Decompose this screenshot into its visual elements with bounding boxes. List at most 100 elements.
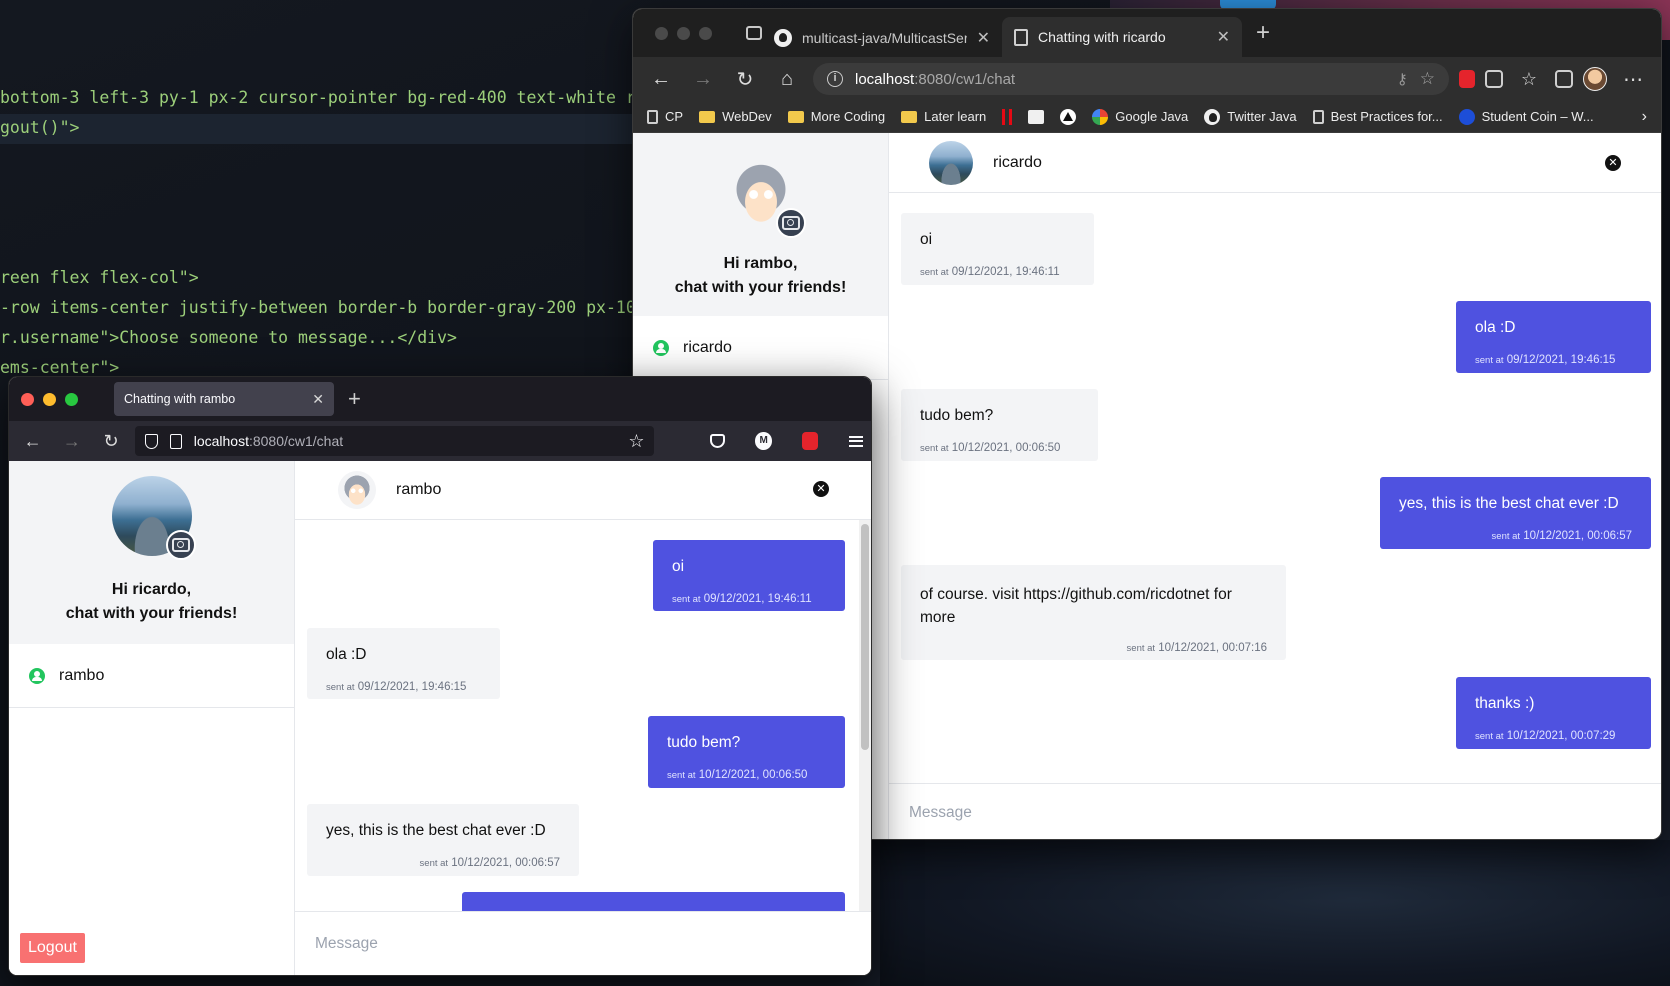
close-tab-icon[interactable]: ✕ — [977, 28, 990, 48]
favorite-add-icon[interactable]: ☆ — [1420, 69, 1435, 89]
forward-icon[interactable]: → — [687, 63, 719, 95]
message-incoming: yes, this is the best chat ever :D sent … — [307, 804, 579, 876]
close-tab-icon[interactable]: ✕ — [312, 391, 324, 408]
close-chat-icon[interactable]: ✕ — [1605, 155, 1621, 171]
bookmark-twitter-java[interactable]: Twitter Java — [1204, 108, 1297, 125]
scrollbar-track[interactable] — [859, 520, 871, 911]
message-text: tudo bem? — [667, 734, 741, 751]
address-bar[interactable]: localhost:8080/cw1/chat ☆ — [134, 426, 655, 456]
contact-item-rambo[interactable]: rambo — [9, 644, 294, 708]
back-icon[interactable]: ← — [645, 63, 677, 95]
address-bar[interactable]: i localhost:8080/cw1/chat ⚷ ☆ — [813, 63, 1449, 95]
tracking-shield-icon[interactable] — [144, 433, 158, 449]
chat-main: ricardo ✕ oi sent at 09/12/2021, 19:46:1… — [889, 133, 1661, 839]
message-incoming: of course. visit https://github.com/ricd… — [901, 565, 1286, 660]
hamburger-menu-icon[interactable] — [849, 435, 864, 447]
firefox-tab-bar: Chatting with rambo ✕ + — [9, 377, 871, 421]
github-icon — [774, 29, 792, 47]
bookmark-star-icon[interactable]: ☆ — [628, 431, 644, 452]
timestamp-value: 09/12/2021, 19:46:11 — [703, 593, 812, 605]
message-incoming: oi sent at 09/12/2021, 19:46:11 — [901, 213, 1094, 285]
greeting-line2: chat with your friends! — [65, 604, 238, 622]
extension-icon[interactable] — [802, 432, 818, 450]
google-icon — [1092, 108, 1109, 125]
close-chat-icon[interactable]: ✕ — [813, 481, 829, 497]
page-icon[interactable] — [169, 433, 182, 449]
more-icon[interactable]: ⋯ — [1617, 63, 1649, 95]
online-user-icon — [653, 339, 669, 356]
contact-avatar — [338, 471, 376, 509]
folder-icon — [901, 110, 918, 123]
bookmark-more-coding[interactable]: More Coding — [787, 109, 885, 124]
message-input-placeholder: Message — [909, 803, 972, 821]
scrollbar-thumb[interactable] — [861, 524, 869, 750]
extension-icon[interactable] — [1459, 70, 1475, 88]
key-icon[interactable]: ⚷ — [1397, 70, 1408, 88]
reload-icon[interactable]: ↻ — [95, 425, 126, 457]
bookmark-label: Twitter Java — [1227, 109, 1297, 124]
timestamp-value: 10/12/2021, 00:06:57 — [1523, 530, 1632, 542]
back-icon[interactable]: ← — [17, 425, 48, 457]
chat-main: rambo ✕ oi sent at 09/12/2021, 19:46:11 … — [295, 461, 871, 975]
netflix-icon[interactable] — [1002, 108, 1013, 125]
message-input[interactable]: Message — [295, 911, 871, 975]
logout-button[interactable]: Logout — [20, 933, 85, 963]
message-input[interactable]: Message — [889, 783, 1661, 839]
window-controls[interactable] — [655, 26, 712, 40]
message-timestamp: sent at 10/12/2021, 00:07:16 — [920, 637, 1267, 660]
github-icon — [1204, 108, 1221, 125]
profile-avatar-icon[interactable] — [1583, 67, 1607, 91]
bookmark-later-learn[interactable]: Later learn — [901, 109, 986, 124]
tab-actions-icon[interactable] — [746, 26, 762, 40]
home-icon[interactable]: ⌂ — [771, 63, 803, 95]
message-input-placeholder: Message — [315, 934, 378, 952]
message-timestamp: sent at 09/12/2021, 19:46:15 — [1475, 349, 1632, 372]
timestamp-prefix: sent at — [419, 858, 449, 869]
new-tab-button[interactable]: + — [1256, 19, 1270, 47]
reload-icon[interactable]: ↻ — [729, 63, 761, 95]
new-tab-button[interactable]: + — [348, 386, 361, 412]
timestamp-prefix: sent at — [672, 594, 701, 605]
bookmark-student-coin[interactable]: Student Coin – W... — [1458, 108, 1594, 125]
chat-app: Hi ricardo, chat with your friends! ramb… — [9, 461, 871, 975]
tab-chat[interactable]: Chatting with ricardo ✕ — [1002, 17, 1242, 57]
pocket-icon[interactable] — [709, 434, 726, 448]
profile-avatar[interactable] — [111, 475, 196, 560]
info-icon[interactable]: i — [827, 71, 843, 87]
tab-chat[interactable]: Chatting with rambo ✕ — [114, 382, 334, 416]
profile-avatar[interactable] — [723, 155, 806, 238]
close-tab-icon[interactable]: ✕ — [1217, 27, 1230, 47]
forward-icon[interactable]: → — [56, 425, 87, 457]
window-controls[interactable] — [21, 392, 78, 406]
greeting-line1: Hi ricardo, — [111, 580, 192, 598]
camera-icon[interactable] — [775, 207, 806, 238]
collections-icon[interactable] — [1555, 70, 1573, 88]
bookmark-cp[interactable]: CP — [647, 109, 683, 124]
bookmarks-bar: CP WebDev More Coding Later learn Google… — [633, 101, 1661, 133]
bookmark-icon[interactable] — [1060, 108, 1077, 125]
tab-github[interactable]: multicast-java/MulticastServer ✕ — [762, 20, 1002, 56]
url-host: localhost — [193, 433, 249, 449]
bookmark-label: CP — [665, 109, 684, 124]
bookmark-icon[interactable] — [1028, 109, 1045, 124]
bookmark-google-java[interactable]: Google Java — [1092, 108, 1188, 125]
message-list: oi sent at 09/12/2021, 19:46:11 ola :D s… — [295, 520, 871, 911]
account-icon[interactable]: M — [754, 432, 773, 450]
current-line-highlight — [0, 114, 640, 144]
message-timestamp: sent at 10/12/2021, 00:06:50 — [920, 437, 1079, 460]
camera-icon[interactable] — [165, 529, 196, 560]
message-outgoing: oi sent at 09/12/2021, 19:46:11 — [653, 540, 845, 611]
favorites-icon[interactable]: ☆ — [1513, 63, 1545, 95]
bookmark-label: Later learn — [924, 109, 987, 124]
message-outgoing: yes, this is the best chat ever :D sent … — [1380, 477, 1651, 549]
timestamp-prefix: sent at — [326, 682, 355, 693]
bookmark-webdev[interactable]: WebDev — [699, 109, 772, 124]
contact-item-ricardo[interactable]: ricardo — [633, 316, 888, 380]
bookmark-best-practices[interactable]: Best Practices for... — [1312, 109, 1443, 124]
chat-header: ricardo ✕ — [889, 133, 1661, 193]
greeting-line2: chat with your friends! — [674, 278, 847, 296]
extensions-icon[interactable] — [1485, 70, 1503, 88]
url-path: :8080/cw1/chat — [914, 70, 1016, 88]
chevron-right-icon[interactable]: › — [1642, 108, 1647, 126]
folder-icon — [699, 110, 716, 123]
